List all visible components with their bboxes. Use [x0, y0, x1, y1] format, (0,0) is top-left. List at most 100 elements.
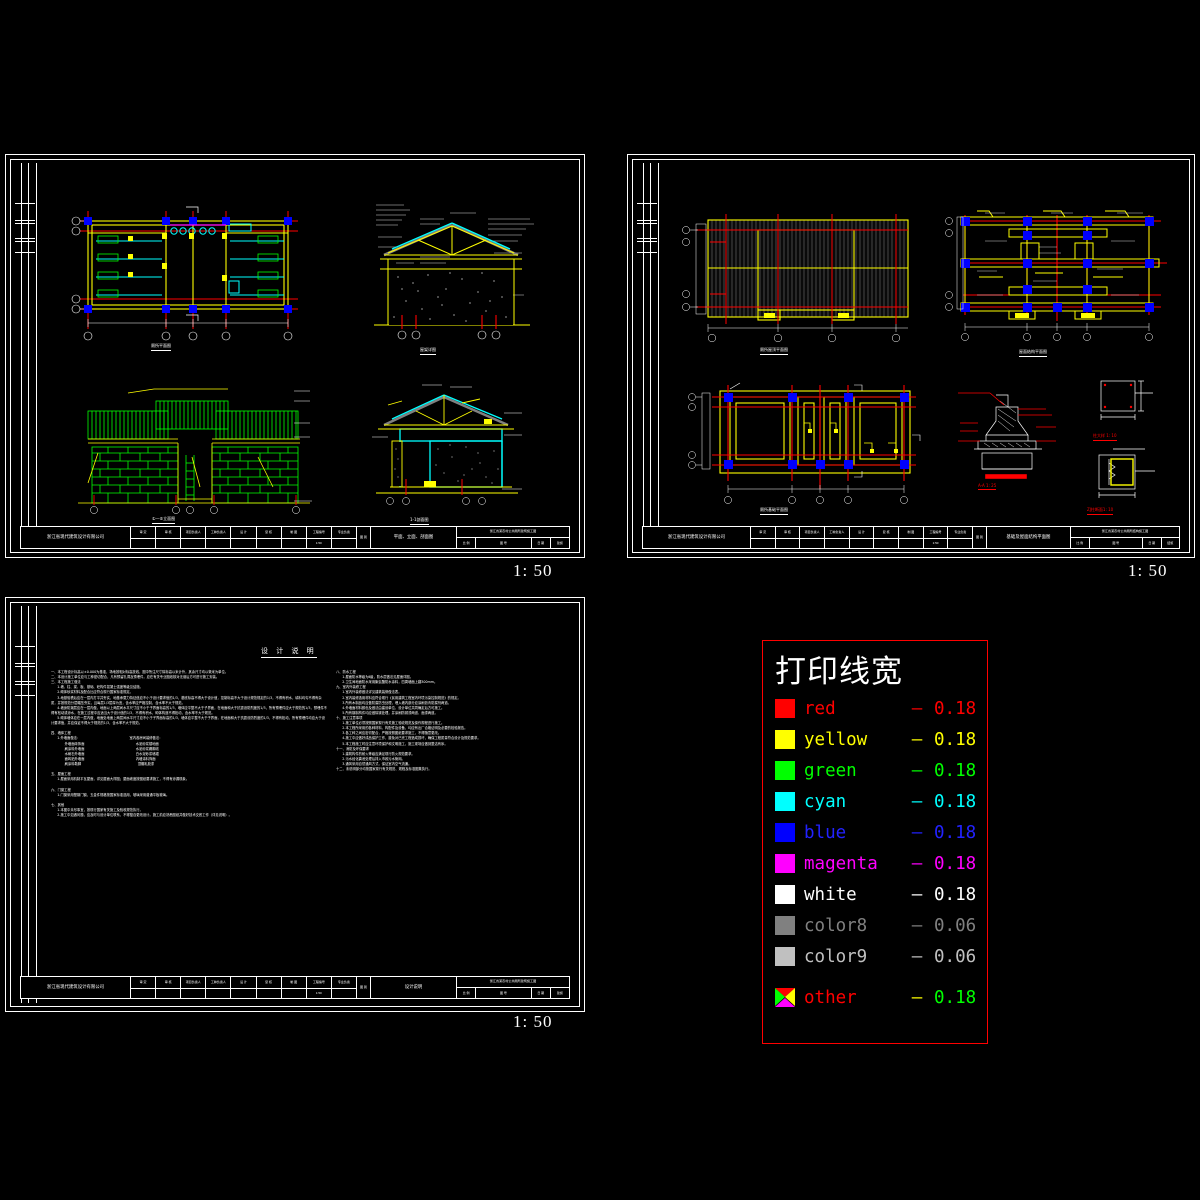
- column-detail: 柱大样 1: 10: [1083, 373, 1163, 441]
- legend-color-name: blue: [804, 822, 847, 843]
- tb-cell-shenhe: 审 核: [156, 977, 182, 988]
- section-a-a: A-A 1: 25: [956, 387, 1061, 490]
- tb-sheet-no: 结施: [1167, 541, 1174, 545]
- legend-lineweight-value: 0.18: [934, 791, 977, 812]
- tb-project-name: 浙江省某农村公共厕所结构施工图: [1071, 527, 1179, 538]
- tb-label-riqi: 日 期: [532, 538, 551, 548]
- legend-dash: —: [911, 884, 923, 905]
- legend-lineweight-value: 0.06: [934, 915, 977, 936]
- tb-cell-fuhe: 复 核: [257, 527, 282, 538]
- front-elevation-caption: ①—⑤立面图: [152, 516, 176, 524]
- front-elevation: ①—⑤立面图: [68, 383, 318, 524]
- legend-lineweight-value: 0.18: [934, 729, 977, 750]
- tb-project-name: 浙江省某农村公共厕所建筑施工图: [457, 977, 569, 988]
- legend-dash: —: [911, 791, 923, 812]
- tb-cell-shenhe: 审 核: [776, 527, 801, 538]
- column-detail-caption: 柱大样 1: 10: [1093, 433, 1117, 441]
- tb-value-gcbh: 1:50: [307, 538, 332, 548]
- sheet-margin-strip: [14, 163, 37, 549]
- legend-swatch-green-icon: [775, 761, 795, 780]
- drawing-sheet-2: 厕所屋顶平面图 屋面结构平面图 厕所基础平面图 A-A 1: 25 柱大样 1:…: [627, 154, 1195, 558]
- legend-dash: —: [911, 946, 923, 967]
- legend-lineweight-value: 0.06: [934, 946, 977, 967]
- tb-label-bili: 比 例: [1071, 538, 1090, 548]
- roof-framing-section-caption: 屋架详图: [420, 347, 436, 355]
- tb-cell-gcbh: 工程编号: [924, 527, 949, 538]
- tb-drawing-name: 基础及屋面结构平面图: [1006, 534, 1051, 540]
- tb-blank-5: [231, 988, 257, 998]
- plot-lineweight-legend: 打印线宽 red — 0.18 yellow — 0.18 green — 0.18 cyan — 0…: [762, 640, 988, 1044]
- legend-row-color9: color9 — 0.06: [763, 941, 987, 972]
- margin-cell-c: [637, 241, 657, 253]
- tb-blank-8: [332, 539, 356, 549]
- scale-label-sheet-1: 1: 50: [513, 561, 553, 580]
- tb-blank-7: [282, 538, 307, 548]
- ground-floor-plan: 厕所平面图: [66, 203, 306, 351]
- tb-company: 浙江省现代建筑设计有限公司: [46, 984, 105, 990]
- legend-color-name: color9: [804, 946, 868, 967]
- legend-color-name: white: [804, 884, 857, 905]
- legend-swatch-other-icon: [775, 988, 795, 1007]
- legend-lineweight-value: 0.18: [934, 822, 977, 843]
- scale-label-sheet-2: 1: 50: [1128, 561, 1168, 580]
- tb-blank-2: [776, 538, 801, 548]
- tb-cell-tubie: 图 别: [975, 534, 984, 539]
- tb-cell-sheji: 设 计: [231, 977, 257, 988]
- legend-rows: red —0.18 yellow —0.18 green —0.18 cyan —0.18 bl…: [763, 693, 987, 1013]
- tb-label-bili: 比 例: [457, 538, 477, 548]
- tb-label-riqi: 日 期: [1143, 538, 1162, 548]
- margin-cell-b: [637, 223, 657, 239]
- tb-cell-gongzhong: 工种负责人: [206, 527, 232, 538]
- margin-cell-c: [15, 241, 35, 253]
- foundation-plan: 厕所基础平面图: [668, 377, 928, 515]
- sheet-margin-strip: [14, 606, 37, 1003]
- tb-blank-3: [800, 538, 826, 548]
- tb-cell-shending: 审 定: [131, 527, 157, 538]
- tb-blank-6: [874, 538, 900, 548]
- tb-label-tuhao: 图 号: [1090, 538, 1143, 548]
- legend-color-name: green: [804, 760, 857, 781]
- legend-lineweight-value: 0.18: [934, 884, 977, 905]
- legend-row-blue: blue — 0.18: [763, 817, 987, 848]
- tb-cell-gongzhong: 工种负责人: [825, 527, 850, 538]
- legend-color-name: yellow: [804, 729, 868, 750]
- tb-blank-1: [131, 538, 157, 548]
- foundation-plan-caption: 厕所基础平面图: [760, 507, 788, 515]
- tb-company: 浙江省现代建筑设计有限公司: [667, 534, 726, 540]
- tb-cell-shenhe: 审 核: [156, 527, 182, 538]
- tb-blank-5: [231, 538, 257, 548]
- legend-swatch-color9-icon: [775, 947, 795, 966]
- tb-label-tuhao: 图 号: [476, 538, 532, 548]
- legend-color-name: red: [804, 698, 836, 719]
- tb-cell-shending: 审 定: [751, 527, 776, 538]
- tb-cell-fuhe: 复 核: [874, 527, 900, 538]
- legend-dash: —: [911, 987, 923, 1008]
- tb-blank-2: [156, 538, 182, 548]
- legend-swatch-color8-icon: [775, 916, 795, 935]
- legend-row-color8: color8 — 0.06: [763, 910, 987, 941]
- legend-swatch-red-icon: [775, 699, 795, 718]
- zj-column-detail-caption: ZJ柱断面1: 10: [1087, 507, 1114, 515]
- roof-framing-section: 屋架详图: [358, 197, 543, 355]
- tb-cell-zhitu: 制 图: [282, 527, 307, 538]
- ground-floor-plan-caption: 厕所平面图: [151, 343, 171, 351]
- tb-label-tuhao: 图 号: [476, 988, 532, 998]
- roof-framing-plan: 屋面结构平面图: [933, 203, 1178, 357]
- tb-blank-6: [257, 538, 282, 548]
- title-block-sheet-3: 浙江省现代建筑设计有限公司 审 定 审 核 项目负责人 工种负责人 设 计 复 …: [20, 976, 570, 999]
- tb-cell-sheji: 设 计: [850, 527, 875, 538]
- tb-project-name: 浙江省某农村公共厕所建筑施工图: [457, 527, 569, 538]
- margin-cell-b: [15, 223, 35, 239]
- tb-drawing-name: 平面、立面、剖面图: [393, 534, 434, 540]
- legend-lineweight-value: 0.18: [934, 698, 977, 719]
- section-a-a-caption: A-A 1: 25: [978, 483, 997, 490]
- legend-row-white: white — 0.18: [763, 879, 987, 910]
- legend-swatch-yellow-icon: [775, 730, 795, 749]
- margin-cell-a: [15, 646, 35, 664]
- tb-blank-3: [181, 538, 207, 548]
- legend-color-name: other: [804, 987, 857, 1008]
- title-block-sheet-1: 浙江省现代建筑设计有限公司 审 定 审 核 项目负责人 工种负责人 设 计 复 …: [20, 526, 570, 549]
- tb-drawing-name: 设计说明: [404, 984, 423, 990]
- tb-cell-xiangmu: 项目负责人: [181, 977, 207, 988]
- margin-cell-c: [15, 684, 35, 696]
